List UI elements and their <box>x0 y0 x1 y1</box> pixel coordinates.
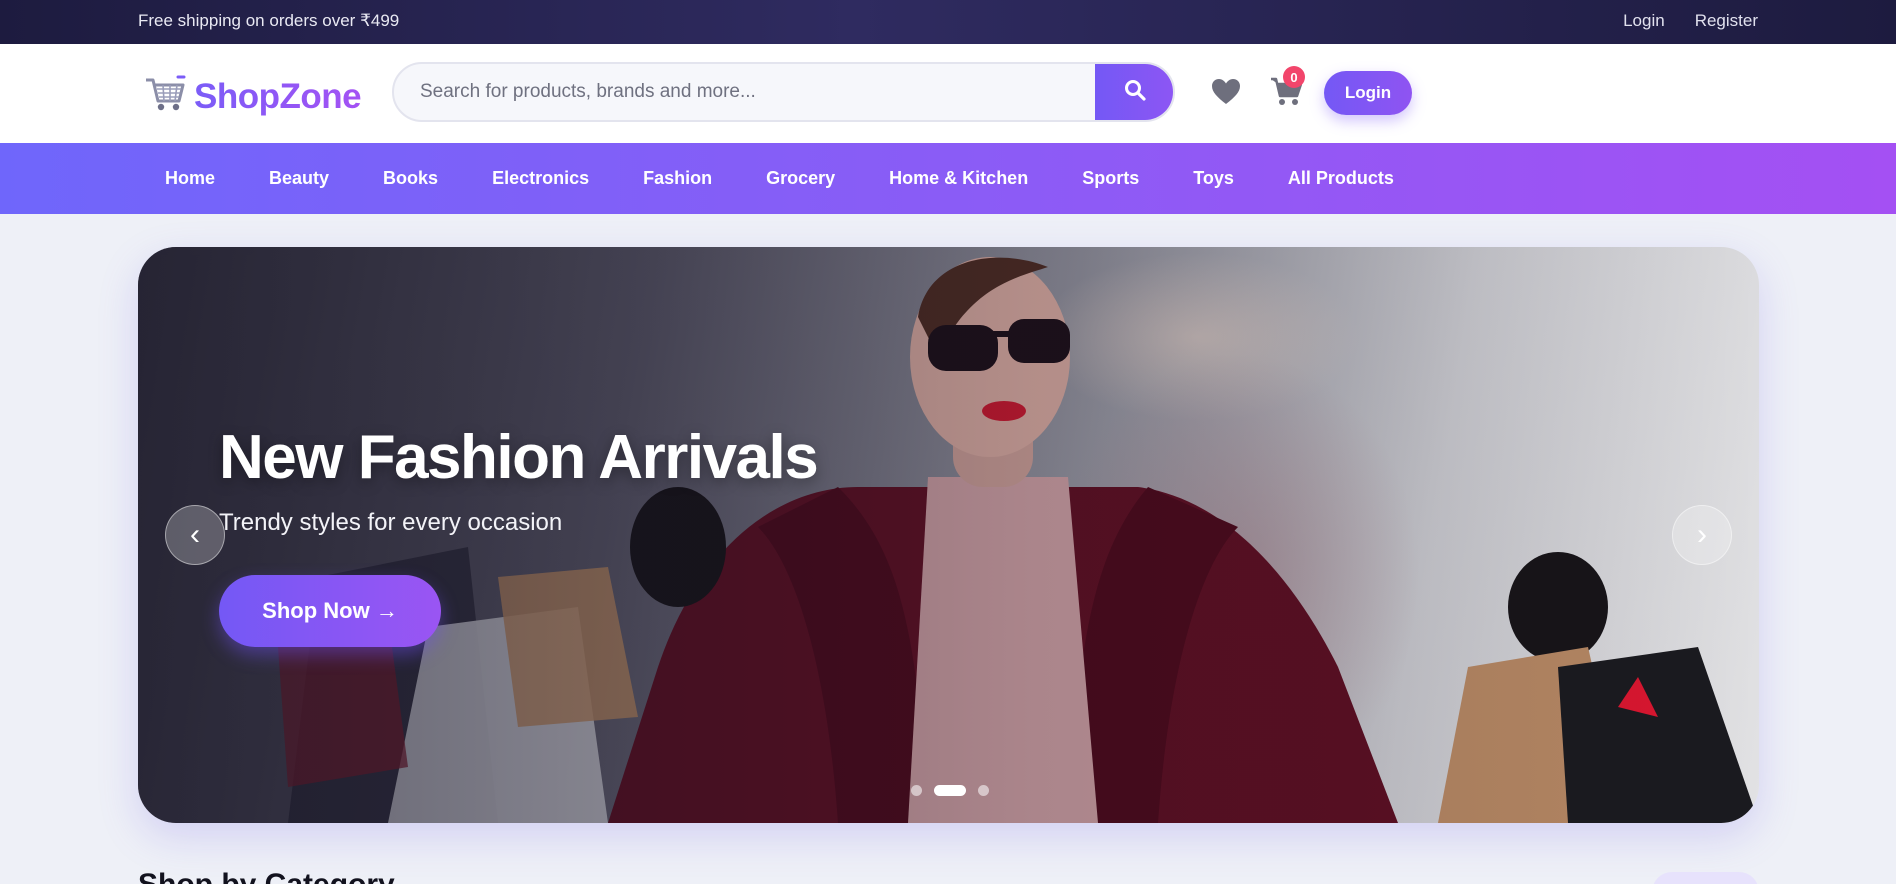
nav-item-home-kitchen[interactable]: Home & Kitchen <box>889 168 1028 189</box>
heart-icon <box>1211 78 1241 110</box>
nav-item-electronics[interactable]: Electronics <box>492 168 589 189</box>
cart-count-badge: 0 <box>1283 66 1305 88</box>
announcement-bar: Free shipping on orders over ₹499 Login … <box>0 0 1896 44</box>
topbar-login-link[interactable]: Login <box>1623 11 1665 31</box>
nav-item-home[interactable]: Home <box>165 168 215 189</box>
search-bar <box>392 62 1175 122</box>
hero-carousel: New Fashion Arrivals Trendy styles for e… <box>138 247 1759 823</box>
nav-item-toys[interactable]: Toys <box>1193 168 1234 189</box>
search-icon <box>1124 79 1146 106</box>
category-nav: Home Beauty Books Electronics Fashion Gr… <box>0 143 1896 214</box>
carousel-next-button[interactable]: › <box>1672 505 1732 565</box>
chevron-right-icon: › <box>1697 518 1707 551</box>
site-header: ShopZone 0 Login <box>0 44 1896 143</box>
carousel-indicators <box>911 785 989 796</box>
logo-text: ShopZone <box>194 76 362 116</box>
login-button[interactable]: Login <box>1324 71 1412 115</box>
hero-title: New Fashion Arrivals <box>219 423 819 492</box>
shop-now-button[interactable]: Shop Now → <box>219 575 441 647</box>
nav-item-books[interactable]: Books <box>383 168 438 189</box>
hero-subtitle: Trendy styles for every occasion <box>219 509 563 536</box>
search-button[interactable] <box>1095 64 1173 120</box>
carousel-dot-2[interactable] <box>934 785 966 796</box>
nav-item-fashion[interactable]: Fashion <box>643 168 712 189</box>
nav-item-grocery[interactable]: Grocery <box>766 168 835 189</box>
topbar-register-link[interactable]: Register <box>1695 11 1758 31</box>
carousel-dot-3[interactable] <box>978 785 989 796</box>
carousel-dot-1[interactable] <box>911 785 922 796</box>
search-input[interactable] <box>394 64 1094 120</box>
free-shipping-text: Free shipping on orders over ₹499 <box>138 11 400 30</box>
nav-item-all-products[interactable]: All Products <box>1288 168 1394 189</box>
topbar-links: Login Register <box>1623 11 1758 31</box>
carousel-prev-button[interactable]: ‹ <box>165 505 225 565</box>
nav-item-sports[interactable]: Sports <box>1082 168 1139 189</box>
shopping-cart-icon <box>144 74 186 119</box>
view-all-button[interactable] <box>1652 872 1759 884</box>
nav-item-beauty[interactable]: Beauty <box>269 168 329 189</box>
logo[interactable]: ShopZone <box>144 74 362 119</box>
chevron-left-icon: ‹ <box>190 518 200 551</box>
section-title-shop-by-category: Shop by Category <box>138 868 395 884</box>
wishlist-button[interactable] <box>1208 76 1244 112</box>
